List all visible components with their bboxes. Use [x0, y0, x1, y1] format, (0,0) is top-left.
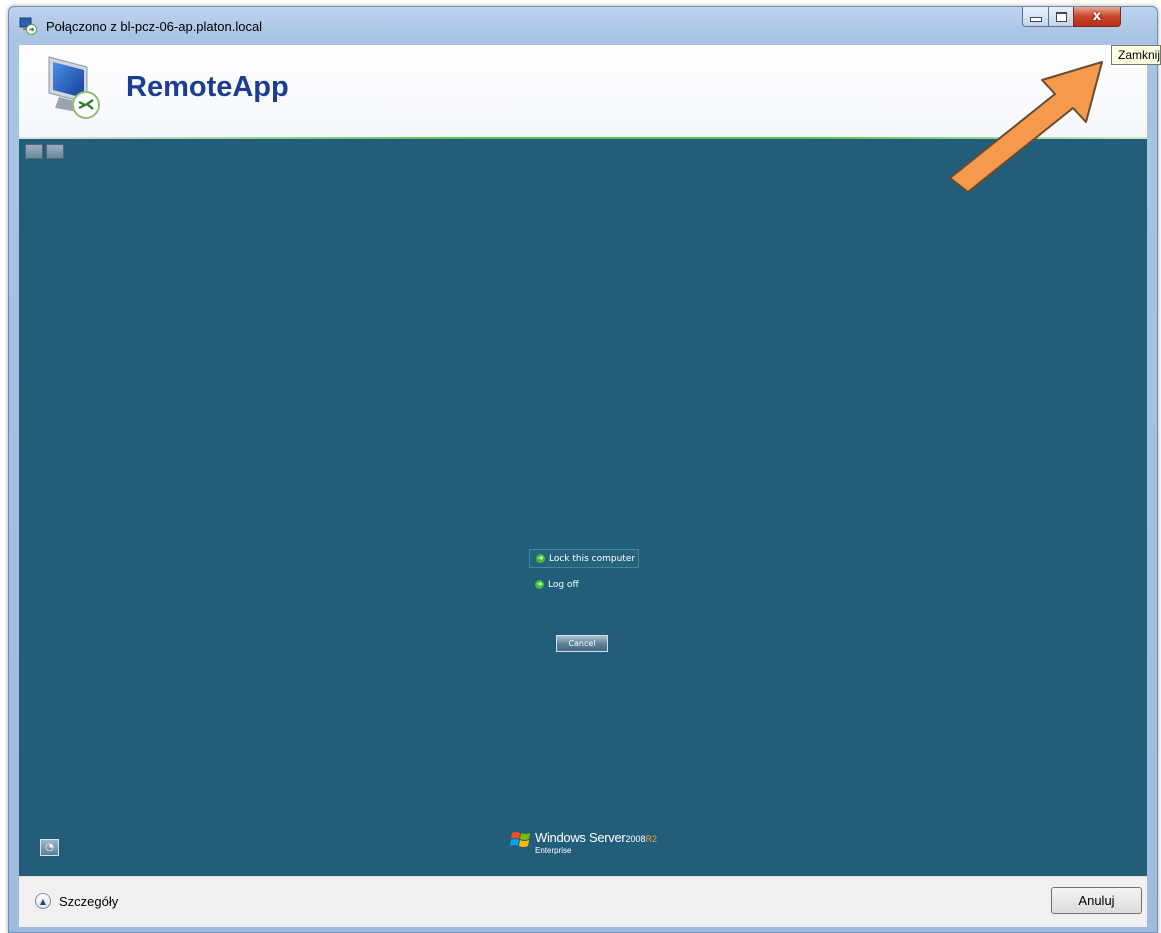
minimize-button[interactable]	[1022, 7, 1049, 27]
green-arrow-icon: ➜	[536, 554, 545, 563]
close-icon: x	[1092, 9, 1102, 24]
window-title: Połączono z bl-pcz-06-ap.platon.local	[46, 19, 263, 34]
menu-item-label: Log off	[548, 579, 579, 590]
chevron-up-icon: ▲	[35, 893, 51, 909]
windows-server-wordmark: Windows Server2008R2 Enterprise	[535, 829, 657, 855]
minimize-icon	[1029, 17, 1042, 22]
close-tooltip: Zamknij	[1111, 45, 1161, 65]
maximize-icon	[1055, 11, 1067, 22]
ease-of-access-button[interactable]: ◔	[40, 839, 59, 856]
cancel-button[interactable]: Anuluj	[1051, 887, 1142, 914]
security-options-menu: ➜ Lock this computer ➜ Log off	[529, 549, 639, 594]
app-title: RemoteApp	[126, 71, 289, 103]
title-bar[interactable]: Połączono z bl-pcz-06-ap.platon.local x	[9, 7, 1157, 45]
ease-of-access-icon: ◔	[45, 842, 54, 853]
close-button[interactable]: x	[1073, 7, 1121, 27]
details-label: Szczegóły	[59, 893, 119, 909]
green-arrow-icon: ➜	[535, 580, 544, 589]
brand-release: R2	[645, 834, 657, 844]
restore-session-button[interactable]	[25, 144, 43, 159]
brand-edition: Enterprise	[535, 846, 572, 855]
menu-item-lock-computer[interactable]: ➜ Lock this computer	[529, 549, 639, 568]
dialog-footer: ▲ Szczegóły Anuluj	[19, 876, 1147, 927]
remote-desktop-icon	[19, 17, 37, 35]
details-toggle-button[interactable]: ▲ Szczegóły	[35, 893, 118, 909]
session-toolbar	[25, 144, 64, 159]
windows-flag-icon	[510, 832, 530, 847]
annotation-arrow-icon	[949, 61, 1103, 193]
menu-item-label: Lock this computer	[549, 553, 636, 564]
remote-session-area[interactable]: ➜ Lock this computer ➜ Log off Cancel ◔ …	[19, 139, 1147, 876]
session-cancel-button[interactable]: Cancel	[556, 635, 608, 652]
brand-year: 2008	[625, 834, 646, 844]
minimize-session-button[interactable]	[46, 144, 64, 159]
remoteapp-logo-icon	[48, 56, 100, 119]
windows-server-logo: Windows Server2008R2 Enterprise	[510, 829, 657, 855]
maximize-button[interactable]	[1048, 7, 1074, 27]
brand-name: Windows Server	[535, 830, 626, 845]
menu-item-log-off[interactable]: ➜ Log off	[529, 575, 639, 594]
